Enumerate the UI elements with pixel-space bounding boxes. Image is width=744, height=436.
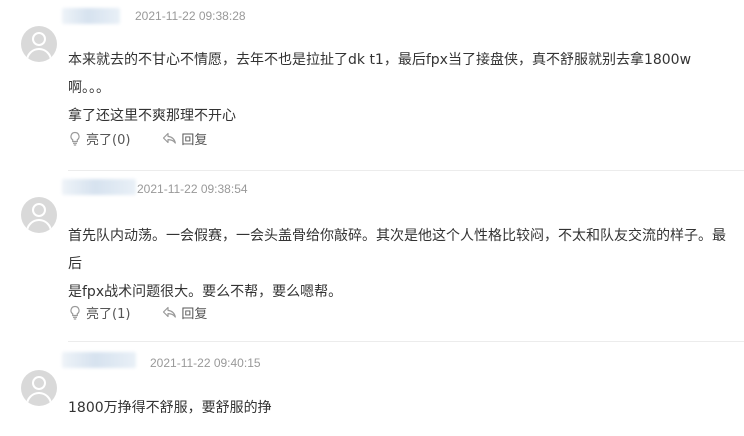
reply-arrow-icon <box>163 132 177 144</box>
comment-text: 本来就去的不甘心不情愿，去年不也是拉扯了dk t1，最后fpx当了接盘侠，真不舒… <box>68 46 726 130</box>
comment-actions: 亮了(0) 回复 <box>68 128 239 148</box>
reply-label: 回复 <box>181 306 208 322</box>
comment-time: 2021-11-22 09:38:28 <box>135 9 246 23</box>
reply-label: 回复 <box>181 132 208 148</box>
comment-time: 2021-11-22 09:38:54 <box>137 182 248 196</box>
reply-button[interactable]: 回复 <box>162 303 207 322</box>
username-blurred[interactable] <box>62 352 136 368</box>
comment-text-line: 本来就去的不甘心不情愿，去年不也是拉扯了dk t1，最后fpx当了接盘侠，真不舒… <box>68 52 692 96</box>
user-avatar-icon[interactable] <box>21 26 57 62</box>
username-blurred[interactable] <box>62 8 120 24</box>
comment-text-line: 首先队内动荡。一会假赛，一会头盖骨给你敲碎。其次是他这个人性格比较闷，不太和队友… <box>68 228 726 272</box>
user-avatar-icon[interactable] <box>21 370 57 406</box>
comment-text-line: 拿了还这里不爽那理不开心 <box>68 108 236 124</box>
comment-text: 1800万挣得不舒服，要舒服的挣 <box>68 394 726 422</box>
comment-item: 2021-11-22 09:40:15 1800万挣得不舒服，要舒服的挣 <box>0 342 744 436</box>
like-button[interactable]: 亮了(1) <box>68 303 130 322</box>
comment-item: 2021-11-22 09:38:54 首先队内动荡。一会假赛，一会头盖骨给你敲… <box>0 171 744 341</box>
comment-time: 2021-11-22 09:40:15 <box>150 356 261 370</box>
like-label: 亮了(0) <box>86 132 131 148</box>
lightbulb-icon <box>70 305 80 320</box>
comment-actions: 亮了(1) 回复 <box>68 302 239 322</box>
comment-item: 2021-11-22 09:38:28 本来就去的不甘心不情愿，去年不也是拉扯了… <box>0 0 744 170</box>
like-button[interactable]: 亮了(0) <box>68 129 130 148</box>
reply-arrow-icon <box>163 306 177 318</box>
user-avatar-icon[interactable] <box>21 197 57 233</box>
username-blurred[interactable] <box>62 179 136 195</box>
lightbulb-icon <box>70 131 80 146</box>
reply-button[interactable]: 回复 <box>162 129 207 148</box>
comment-text: 首先队内动荡。一会假赛，一会头盖骨给你敲碎。其次是他这个人性格比较闷，不太和队友… <box>68 222 726 306</box>
comment-text-line: 1800万挣得不舒服，要舒服的挣 <box>68 400 272 416</box>
like-label: 亮了(1) <box>86 306 131 322</box>
